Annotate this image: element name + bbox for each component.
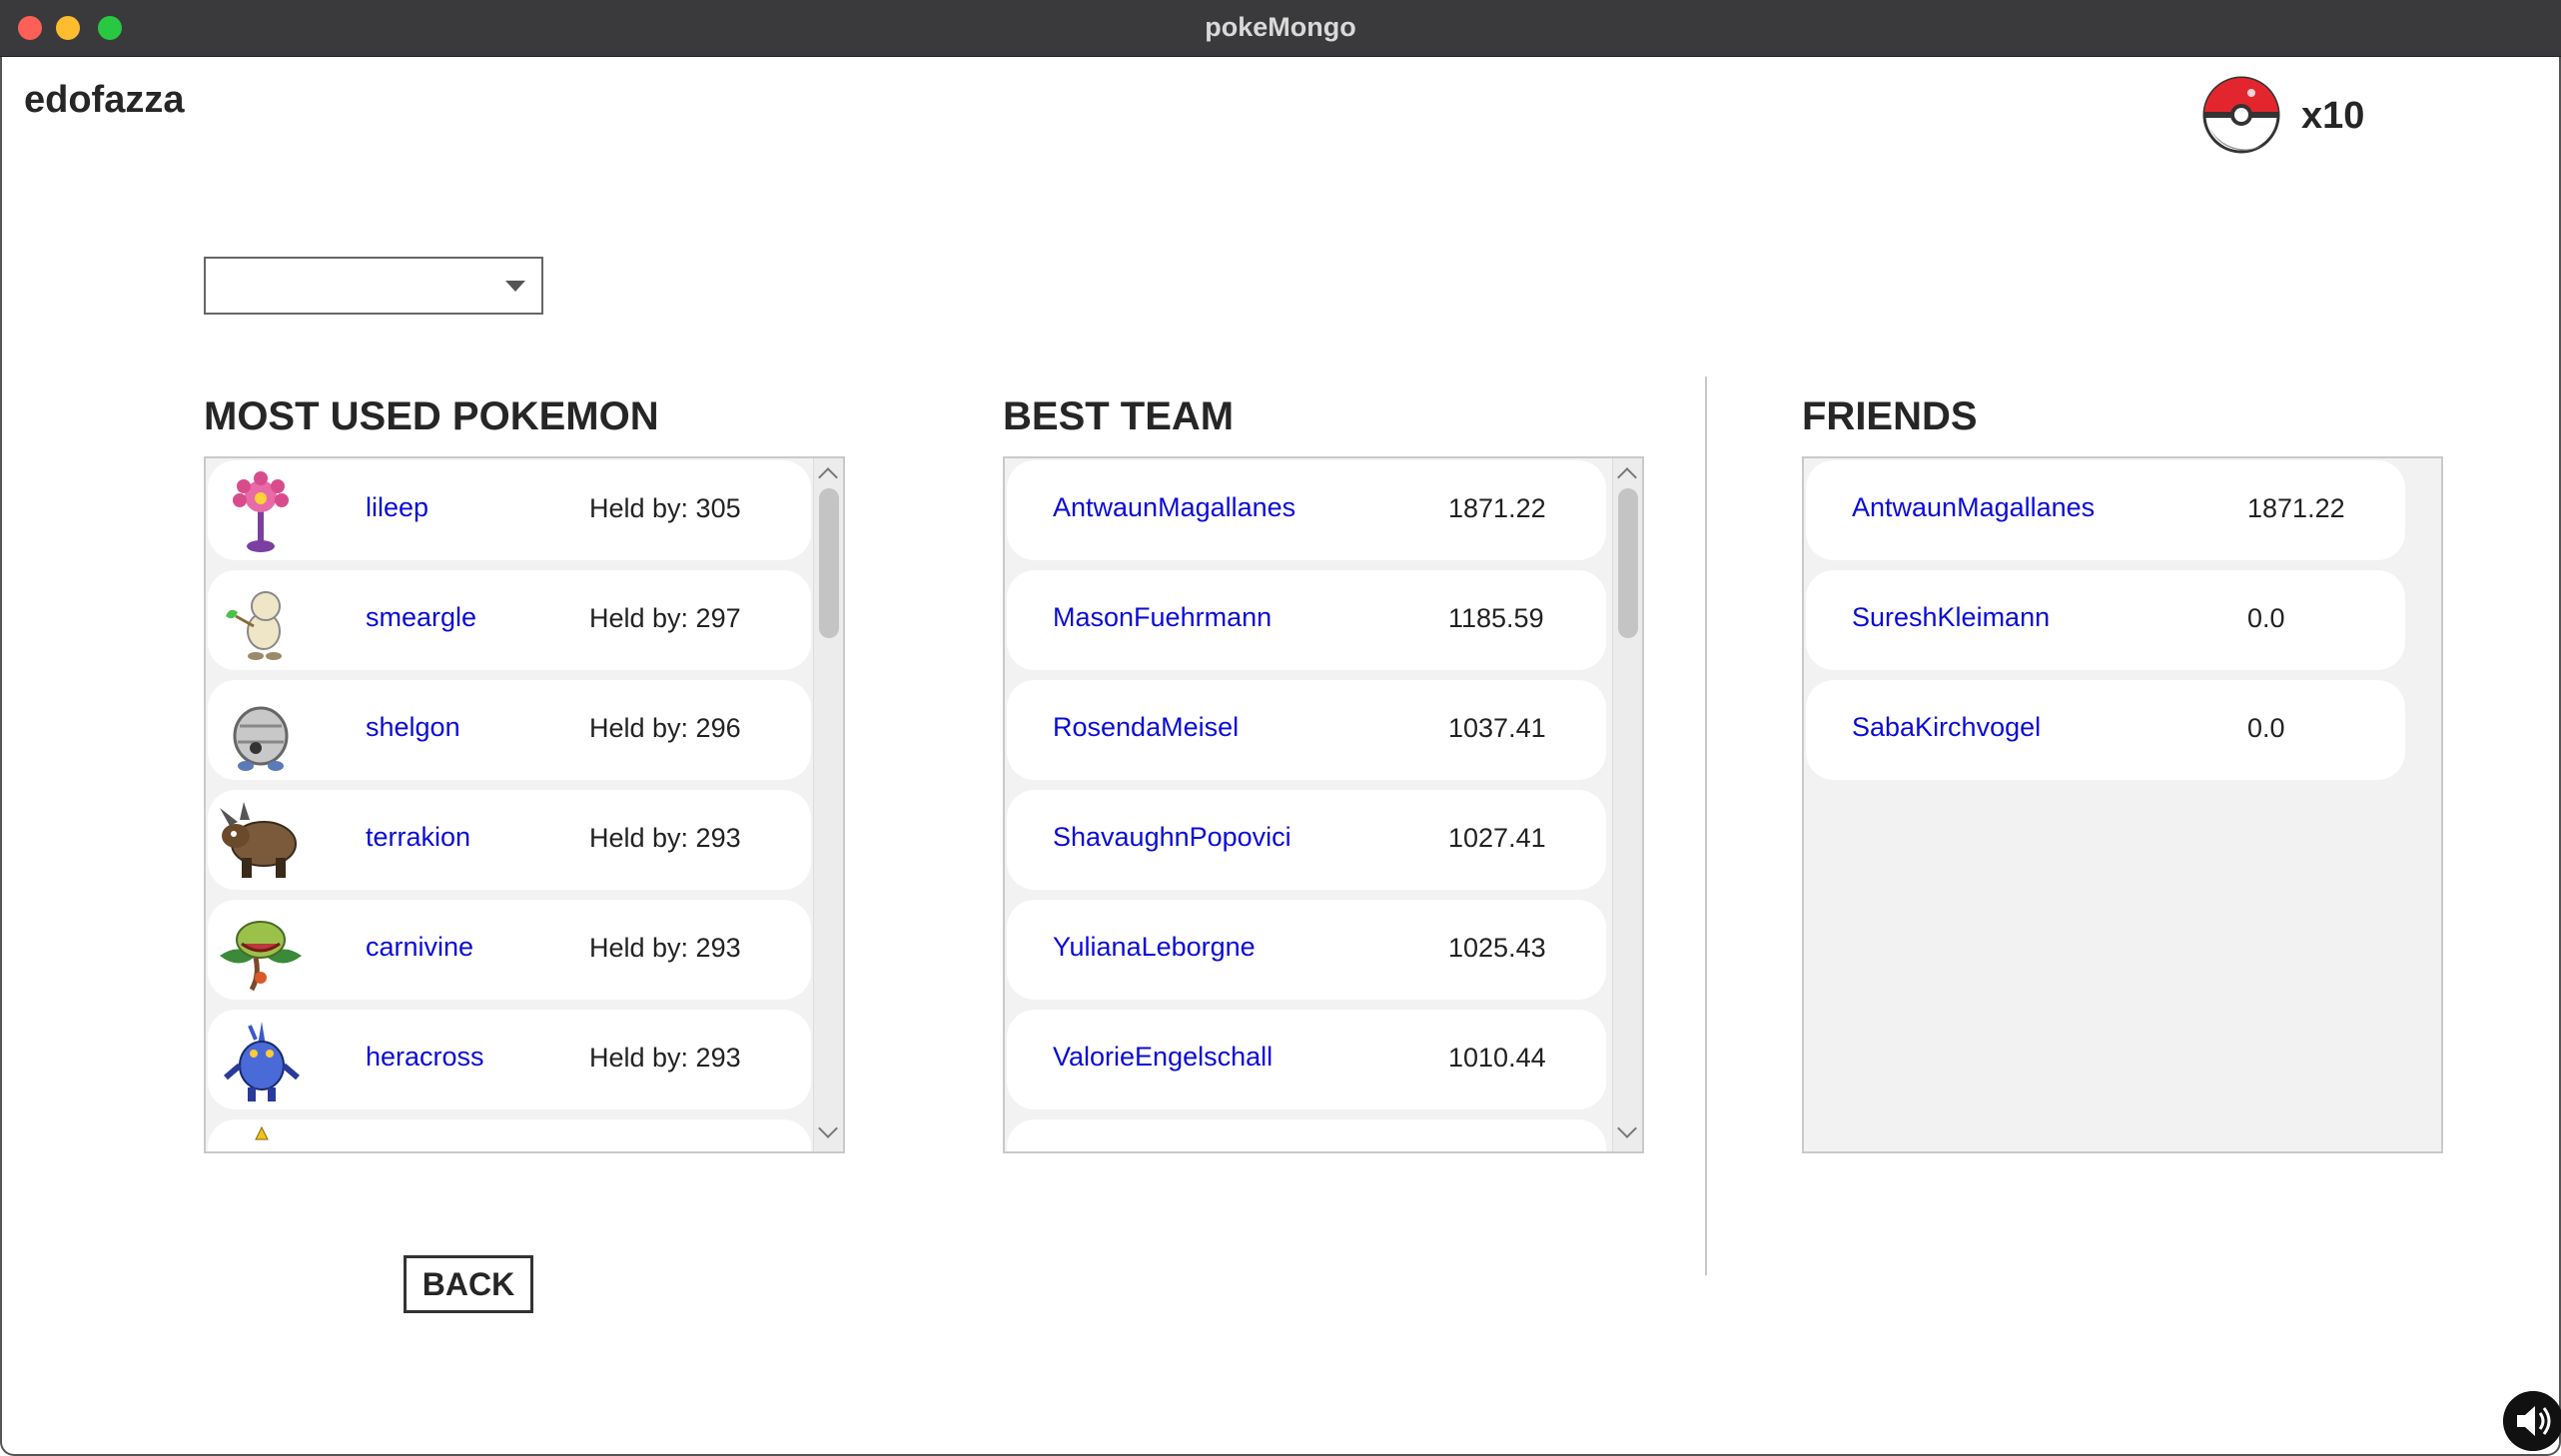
heracross-sprite-icon — [224, 1022, 300, 1101]
scroll-thumb[interactable] — [819, 488, 839, 638]
friend-name-link[interactable]: SabaKirchvogel — [1852, 712, 2041, 743]
held-count: Held by: 293 — [589, 933, 741, 963]
list-item[interactable]: ShavaughnPopovici 1027.41 — [1007, 790, 1606, 890]
friend-name-link[interactable]: SureshKleimann — [1852, 602, 2050, 633]
list-item[interactable]: YulianaLeborgne 1025.43 — [1007, 900, 1606, 1000]
best-team-scrollbar[interactable] — [1612, 458, 1642, 1151]
filter-dropdown[interactable] — [204, 257, 543, 315]
scroll-down-icon[interactable] — [818, 1118, 838, 1138]
list-item[interactable]: RosendaMeisel 1037.41 — [1007, 680, 1606, 780]
list-item[interactable]: smeargle Held by: 297 — [208, 570, 811, 670]
held-count: Held by: 305 — [589, 493, 741, 523]
pokemon-name-link[interactable]: smeargle — [366, 602, 476, 633]
friends-title: FRIENDS — [1802, 394, 1978, 438]
list-item[interactable]: SabaKirchvogel 0.0 — [1806, 680, 2405, 780]
smeargle-sprite-icon — [226, 591, 282, 660]
list-item[interactable]: shelgon Held by: 296 — [208, 680, 811, 780]
friend-score: 0.0 — [2247, 713, 2285, 743]
player-score: 1025.43 — [1448, 933, 1546, 963]
player-name-link[interactable]: MasonFuehrmann — [1053, 602, 1272, 633]
shelgon-sprite-icon — [233, 706, 289, 771]
list-item[interactable]: terrakion Held by: 293 — [208, 790, 811, 890]
held-count: Held by: 296 — [589, 713, 741, 743]
pokemon-name-link[interactable]: carnivine — [366, 932, 473, 963]
lileep-sprite-icon — [233, 471, 289, 552]
player-name-link[interactable]: YulianaLeborgne — [1053, 932, 1256, 963]
player-score: 1010.44 — [1448, 1043, 1546, 1073]
best-team-title: BEST TEAM — [1003, 394, 1235, 438]
list-item[interactable]: AntwaunMagallanes 1871.22 — [1007, 460, 1606, 560]
player-score: 1871.22 — [1448, 493, 1546, 523]
pokemon-name-link[interactable]: shelgon — [366, 712, 460, 743]
friend-name-link[interactable]: AntwaunMagallanes — [1852, 492, 2095, 523]
list-item[interactable]: heracross Held by: 293 — [208, 1010, 811, 1109]
most-used-scrollbar[interactable] — [813, 458, 843, 1151]
player-score: 1027.41 — [1448, 823, 1546, 853]
list-item[interactable]: ValorieEngelschall 1010.44 — [1007, 1010, 1606, 1109]
player-score: 1037.41 — [1448, 713, 1546, 743]
username-label: edofazza — [24, 79, 185, 121]
scroll-up-icon[interactable] — [818, 467, 838, 487]
most-used-title: MOST USED POKEMON — [204, 394, 659, 438]
scroll-thumb[interactable] — [1618, 488, 1638, 638]
friends-list[interactable]: AntwaunMagallanes 1871.22 SureshKleimann… — [1802, 456, 2443, 1153]
player-name-link[interactable]: AntwaunMagallanes — [1053, 492, 1295, 523]
pokemon-name-link[interactable]: heracross — [366, 1042, 484, 1073]
app-content: edofazza x10 MOST USED POKEMON lileep He… — [0, 57, 2561, 1456]
window-title: pokeMongo — [1205, 12, 1356, 42]
list-item[interactable]: lileep Held by: 305 — [208, 460, 811, 560]
list-item[interactable]: AntwaunMagallanes 1871.22 — [1806, 460, 2405, 560]
terrakion-sprite-icon — [220, 802, 297, 878]
pokeball-count: x10 — [2301, 95, 2365, 137]
list-item[interactable] — [208, 1119, 811, 1151]
back-button[interactable]: BACK — [404, 1255, 533, 1313]
chevron-down-icon — [505, 281, 525, 292]
held-count: Held by: 297 — [589, 603, 741, 633]
window-titlebar: pokeMongo — [0, 0, 2561, 57]
friend-score: 0.0 — [2247, 603, 2285, 633]
pokemon-sprite-icon — [255, 1125, 269, 1140]
speaker-icon[interactable] — [2503, 1391, 2561, 1451]
player-name-link[interactable]: ValorieEngelschall — [1053, 1042, 1273, 1073]
player-name-link[interactable]: ShavaughnPopovici — [1053, 822, 1291, 853]
player-score: 1185.59 — [1448, 603, 1544, 633]
scroll-down-icon[interactable] — [1617, 1118, 1637, 1138]
list-item[interactable]: SureshKleimann 0.0 — [1806, 570, 2405, 670]
held-count: Held by: 293 — [589, 823, 741, 853]
pokemon-name-link[interactable]: lileep — [366, 492, 428, 523]
best-team-list[interactable]: AntwaunMagallanes 1871.22 MasonFuehrmann… — [1003, 456, 1644, 1153]
most-used-list[interactable]: lileep Held by: 305 smeargle Held by: 29… — [204, 456, 845, 1153]
section-divider — [1705, 376, 1707, 1275]
scroll-up-icon[interactable] — [1617, 467, 1637, 487]
friend-score: 1871.22 — [2247, 493, 2345, 523]
pokeball-icon — [2202, 76, 2280, 154]
list-item[interactable]: MasonFuehrmann 1185.59 — [1007, 570, 1606, 670]
held-count: Held by: 293 — [589, 1043, 741, 1073]
player-name-link[interactable]: RosendaMeisel — [1053, 712, 1239, 743]
list-item[interactable] — [1007, 1119, 1606, 1151]
pokemon-name-link[interactable]: terrakion — [366, 822, 470, 853]
carnivine-sprite-icon — [220, 921, 302, 992]
list-item[interactable]: carnivine Held by: 293 — [208, 900, 811, 1000]
